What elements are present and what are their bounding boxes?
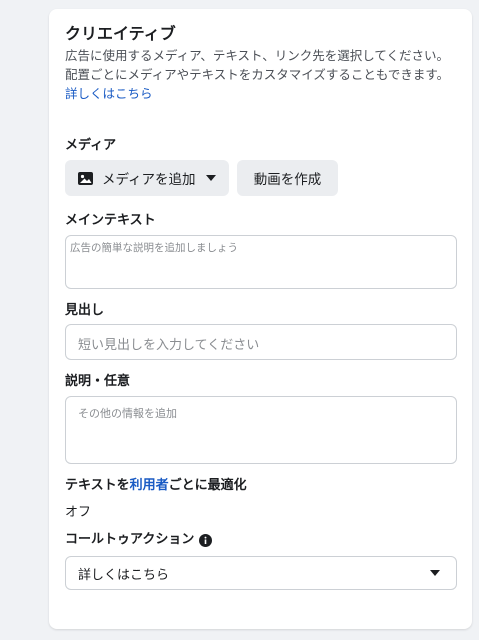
description-placeholder: その他の情報を追加 <box>78 407 177 420</box>
caret-down-icon <box>430 570 440 576</box>
primary-text-placeholder: 広告の簡単な説明を追加しましょう <box>70 242 238 254</box>
primary-text-label: メインテキスト <box>65 213 156 228</box>
create-video-button[interactable]: 動画を作成 <box>237 160 338 196</box>
creative-card: クリエイティブ 広告に使用するメディア、テキスト、リンク先を選択してください。配… <box>49 9 472 629</box>
headline-input[interactable]: 短い見出しを入力してください <box>65 324 457 360</box>
description-text: 広告に使用するメディア、テキスト、リンク先を選択してください。配置ごとにメディア… <box>65 48 450 82</box>
people-link[interactable]: 利用者 <box>130 478 169 493</box>
cta-label: コールトゥアクション <box>65 532 195 547</box>
learn-more-link[interactable]: 詳しくはこちら <box>65 86 153 101</box>
media-label: メディア <box>65 138 117 153</box>
caret-down-icon <box>205 175 216 181</box>
cta-label-row: コールトゥアクション <box>65 531 213 549</box>
headline-label: 見出し <box>65 303 105 318</box>
optimize-text-value: オフ <box>65 505 92 520</box>
description-input[interactable]: その他の情報を追加 <box>65 396 457 464</box>
cta-select[interactable]: 詳しくはこちら <box>65 556 457 590</box>
info-icon[interactable] <box>199 533 213 547</box>
description-label: 説明・任意 <box>65 374 131 389</box>
optimize-label-after: ごとに最適化 <box>168 478 247 493</box>
section-title: クリエイティブ <box>65 24 176 43</box>
section-description: 広告に使用するメディア、テキスト、リンク先を選択してください。配置ごとにメディア… <box>65 46 457 103</box>
primary-text-input[interactable]: 広告の簡単な説明を追加しましょう <box>65 235 457 289</box>
optimize-text-label: テキストを利用者ごとに最適化 <box>65 477 247 495</box>
add-media-label: メディアを追加 <box>102 172 196 188</box>
add-media-button[interactable]: メディアを追加 <box>65 160 229 196</box>
optimize-label-before: テキストを <box>65 478 130 493</box>
headline-placeholder: 短い見出しを入力してください <box>78 338 260 353</box>
image-icon <box>77 170 94 187</box>
cta-selected-value: 詳しくはこちら <box>78 567 170 583</box>
